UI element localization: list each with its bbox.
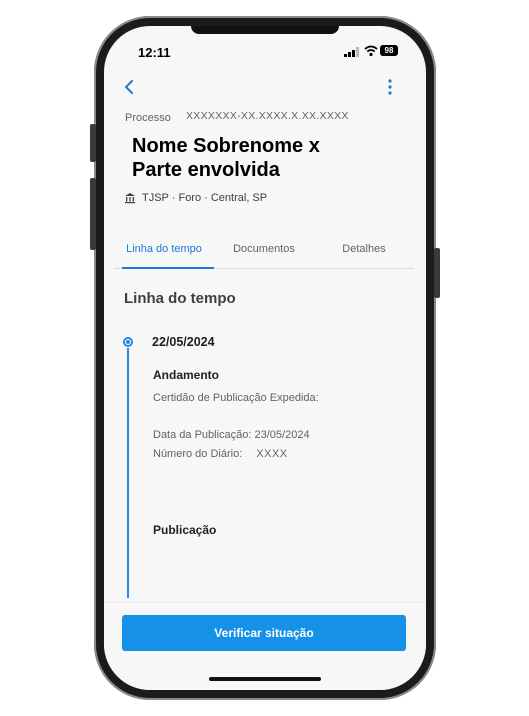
timeline-section-title: Linha do tempo bbox=[124, 290, 236, 307]
battery-icon: 98 bbox=[380, 45, 398, 56]
process-label: Processo bbox=[125, 112, 171, 124]
home-indicator bbox=[209, 677, 321, 681]
andamento-title: Andamento bbox=[153, 368, 219, 382]
tab-documentos[interactable]: Documentos bbox=[214, 238, 314, 268]
timeline-dot bbox=[123, 337, 133, 347]
phone-side-button-silent bbox=[90, 124, 96, 162]
journal-number: Número do Diário: XXXX bbox=[153, 448, 288, 460]
phone-side-button-volume bbox=[90, 178, 96, 250]
publicacao-title: Publicação bbox=[153, 523, 217, 537]
more-vertical-icon[interactable] bbox=[386, 78, 394, 96]
app-screen: 12:11 98 Processo XXXXXXX-XX.XXXX.X.XX.X… bbox=[104, 26, 426, 690]
verify-status-button[interactable]: Verificar situação bbox=[122, 615, 406, 651]
publication-date: Data da Publicação: 23/05/2024 bbox=[153, 429, 310, 441]
journal-number-label: Número do Diário: bbox=[153, 448, 243, 460]
tab-linha-do-tempo[interactable]: Linha do tempo bbox=[114, 238, 214, 269]
bottom-action-area: Verificar situação bbox=[104, 602, 426, 690]
phone-side-button-power bbox=[434, 248, 440, 298]
signal-icon bbox=[344, 47, 359, 57]
process-number: XXXXXXX-XX.XXXX.X.XX.XXXX bbox=[186, 110, 349, 122]
page-title: Nome Sobrenome x Parte envolvida bbox=[132, 135, 320, 181]
court-label: TJSP · Foro · Central, SP bbox=[142, 192, 268, 204]
back-chevron-icon[interactable] bbox=[122, 78, 136, 96]
timeline-line bbox=[127, 348, 129, 598]
andamento-description: Certidão de Publicação Expedida: bbox=[153, 392, 319, 404]
timeline-date: 22/05/2024 bbox=[152, 335, 215, 349]
court-info: TJSP · Foro · Central, SP bbox=[124, 192, 267, 204]
status-bar: 12:11 98 bbox=[104, 26, 426, 76]
wifi-icon bbox=[364, 45, 378, 57]
tab-bar: Linha do tempo Documentos Detalhes bbox=[114, 238, 414, 269]
tab-detalhes[interactable]: Detalhes bbox=[314, 238, 414, 268]
courthouse-icon bbox=[125, 193, 135, 204]
journal-number-value: XXXX bbox=[256, 448, 288, 460]
status-time: 12:11 bbox=[138, 45, 171, 60]
